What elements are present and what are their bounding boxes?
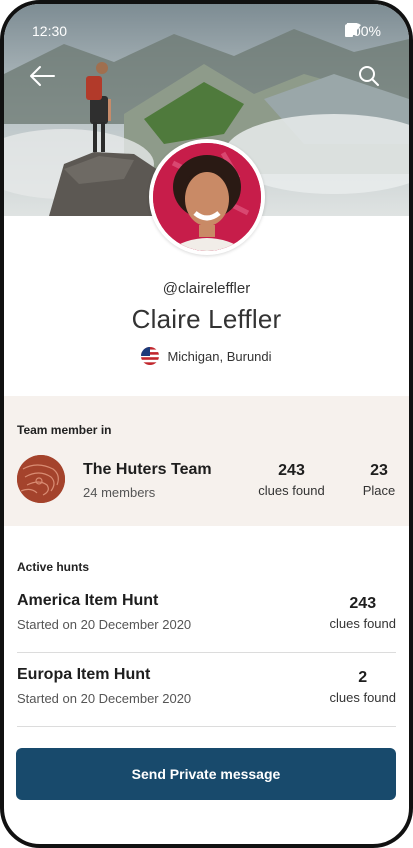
team-place-label: Place <box>362 483 396 498</box>
arrow-left-icon <box>30 66 55 86</box>
hunt-name: America Item Hunt <box>17 592 159 609</box>
hunt-clues-stat: 2 clues found <box>330 669 397 705</box>
avatar[interactable] <box>149 139 265 255</box>
hunt-name: Europa Item Hunt <box>17 666 151 683</box>
profile-location: Michigan, Burundi <box>4 347 409 365</box>
hunt-item[interactable]: America Item Hunt Started on 20 December… <box>17 579 396 653</box>
profile-handle: @claireleffler <box>162 280 251 297</box>
phone-frame: 12:30 100% @claireleffler Claire Leffler… <box>0 0 413 848</box>
search-icon <box>359 66 379 86</box>
hunt-start-date: Started on 20 December 2020 <box>17 617 192 632</box>
team-member-count: 24 members <box>83 485 156 500</box>
location-text: Michigan, Burundi <box>167 348 272 364</box>
status-icons: 100% <box>345 23 381 39</box>
hiker-figure <box>90 96 108 124</box>
team-logo[interactable] <box>17 455 65 503</box>
hunt-clues-label: clues found <box>329 616 397 631</box>
us-flag-icon <box>141 347 160 365</box>
top-navigation <box>4 62 409 92</box>
team-clues-value: 243 <box>278 462 305 479</box>
team-clues-stat: 243 clues found <box>254 462 329 498</box>
search-button[interactable] <box>357 64 381 88</box>
team-name[interactable]: The Huters Team <box>83 461 212 479</box>
hunt-item[interactable]: Europa Item Hunt Started on 20 December … <box>17 653 396 727</box>
team-section-title: Team member in <box>17 423 112 437</box>
battery-icon <box>345 23 354 37</box>
team-place-value: 23 <box>370 462 388 479</box>
hunt-clues-label: clues found <box>329 690 397 705</box>
hunt-start-date: Started on 20 December 2020 <box>17 691 192 706</box>
team-place-stat: 23 Place <box>359 462 399 498</box>
team-section: Team member in The Huters Team 24 member… <box>4 396 409 526</box>
status-bar: 12:30 100% <box>4 20 409 44</box>
team-clues-label: clues found <box>258 483 325 498</box>
avatar-image <box>153 143 261 251</box>
back-button[interactable] <box>28 64 56 88</box>
hunt-clues-stat: 243 clues found <box>330 595 397 631</box>
status-time: 12:30 <box>32 23 68 39</box>
hunt-clues-value: 2 <box>358 669 368 686</box>
hunt-clues-value: 243 <box>349 595 377 612</box>
send-private-message-button[interactable]: Send Private message <box>16 748 396 800</box>
profile-name: Claire Leffler <box>131 304 282 334</box>
active-hunts-title: Active hunts <box>17 560 90 574</box>
